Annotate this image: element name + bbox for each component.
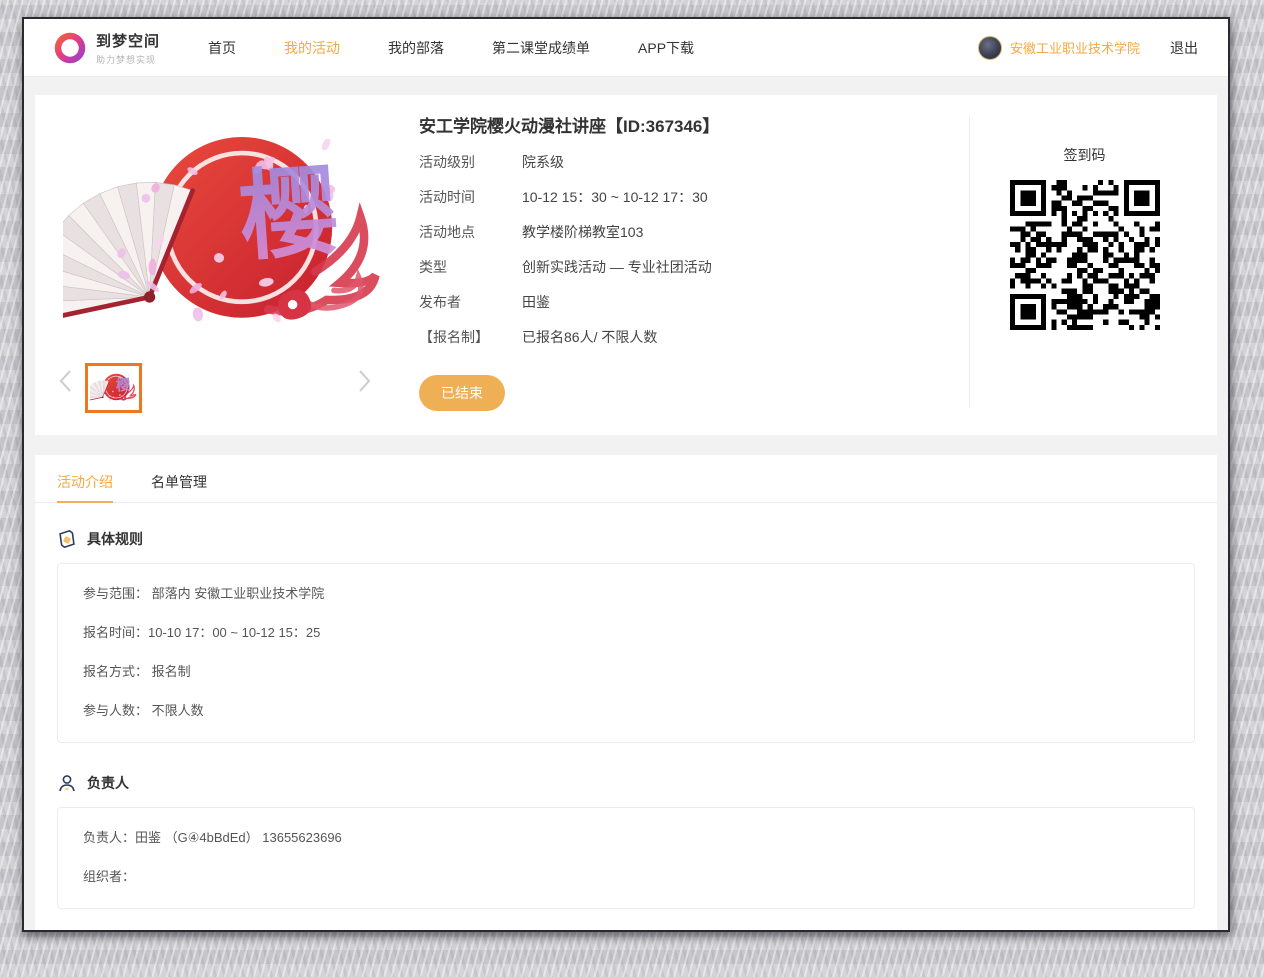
activity-title: 安工学院樱火动漫社讲座【ID:367346】	[419, 115, 959, 139]
nav-item-transcript[interactable]: 第二课堂成绩单	[492, 38, 590, 58]
activity-summary-card: 安工学院樱火动漫社讲座【ID:367346】 活动级别 院系级 活动时间 10-…	[35, 95, 1217, 435]
checkin-qr-block: 签到码	[987, 145, 1182, 335]
nav-item-home[interactable]: 首页	[208, 38, 236, 58]
rule-participants: 参与人数： 不限人数	[83, 702, 1169, 720]
user-avatar[interactable]	[978, 36, 1002, 60]
top-navigation-bar: 到梦空间 助力梦想实现 首页 我的活动 我的部落 第二课堂成绩单 APP下载 安…	[24, 19, 1228, 77]
field-value: 田鉴	[522, 292, 550, 312]
field-row: 类型 创新实践活动 — 专业社团活动	[419, 257, 959, 277]
user-area: 安徽工业职业技术学院 退出	[978, 36, 1198, 60]
status-ended-button[interactable]: 已结束	[419, 375, 505, 411]
field-label: 活动级别	[419, 152, 522, 172]
brand[interactable]: 到梦空间 助力梦想实现	[54, 30, 160, 66]
user-school-link[interactable]: 安徽工业职业技术学院	[1010, 38, 1140, 57]
brand-name: 到梦空间	[96, 30, 160, 51]
poster-thumbnail[interactable]	[85, 363, 142, 413]
app-window: 到梦空间 助力梦想实现 首页 我的活动 我的部落 第二课堂成绩单 APP下载 安…	[22, 17, 1230, 932]
field-row: 【报名制】 已报名86人/ 不限人数	[419, 327, 959, 347]
vertical-divider	[969, 117, 970, 407]
detail-tabs: 活动介绍 名单管理	[35, 455, 1217, 503]
logout-button[interactable]: 退出	[1170, 38, 1198, 58]
manager-box: 负责人：田鉴 （G④4bBdEd） 13655623696 组织者：	[57, 807, 1195, 909]
nav-item-my-activities[interactable]: 我的活动	[284, 38, 340, 58]
field-row: 活动级别 院系级	[419, 152, 959, 172]
field-value: 10-12 15：30 ~ 10-12 17：30	[522, 187, 708, 207]
main-nav: 首页 我的活动 我的部落 第二课堂成绩单 APP下载	[208, 38, 978, 58]
manager-contact: 负责人：田鉴 （G④4bBdEd） 13655623696	[83, 829, 1169, 847]
daomeng-logo-icon	[54, 32, 86, 64]
tab-activity-intro[interactable]: 活动介绍	[57, 455, 113, 503]
carousel-prev-icon[interactable]	[55, 367, 77, 395]
rules-box: 参与范围： 部落内 安徽工业职业技术学院 报名时间：10-10 17：00 ~ …	[57, 563, 1195, 743]
nav-item-my-tribe[interactable]: 我的部落	[388, 38, 444, 58]
manager-section-title: 负责人	[87, 773, 129, 793]
rule-signup-time: 报名时间：10-10 17：00 ~ 10-12 15：25	[83, 624, 1169, 642]
field-label: 类型	[419, 257, 522, 277]
rule-signup-method: 报名方式： 报名制	[83, 663, 1169, 681]
field-value: 教学楼阶梯教室103	[522, 222, 643, 242]
carousel-next-icon[interactable]	[353, 367, 375, 395]
activity-detail-card: 活动介绍 名单管理 具体规则 参与范围： 部落内 安徽工业职业技术学院 报名时间…	[35, 455, 1217, 932]
field-label: 活动时间	[419, 187, 522, 207]
checkin-qr-code	[1010, 180, 1160, 330]
field-row: 活动地点 教学楼阶梯教室103	[419, 222, 959, 242]
rule-scope: 参与范围： 部落内 安徽工业职业技术学院	[83, 585, 1169, 603]
brand-slogan: 助力梦想实现	[96, 53, 160, 66]
nav-item-app-download[interactable]: APP下载	[638, 38, 694, 58]
field-value: 已报名86人/ 不限人数	[522, 327, 657, 347]
field-row: 活动时间 10-12 15：30 ~ 10-12 17：30	[419, 187, 959, 207]
tab-roster-management[interactable]: 名单管理	[151, 455, 207, 503]
field-label: 活动地点	[419, 222, 522, 242]
rules-section-title: 具体规则	[87, 529, 143, 549]
qr-label: 签到码	[987, 145, 1182, 165]
field-row: 发布者 田鉴	[419, 292, 959, 312]
field-label: 发布者	[419, 292, 522, 312]
field-value: 创新实践活动 — 专业社团活动	[522, 257, 712, 277]
activity-details: 安工学院樱火动漫社讲座【ID:367346】 活动级别 院系级 活动时间 10-…	[419, 115, 959, 362]
activity-poster	[63, 113, 383, 355]
field-label: 【报名制】	[419, 327, 522, 347]
field-value: 院系级	[522, 152, 564, 172]
rules-scroll-icon	[57, 529, 77, 549]
person-icon	[57, 773, 77, 793]
organizer: 组织者：	[83, 868, 1169, 886]
manager-section-header: 负责人	[57, 773, 1217, 793]
rules-section-header: 具体规则	[57, 529, 1217, 549]
